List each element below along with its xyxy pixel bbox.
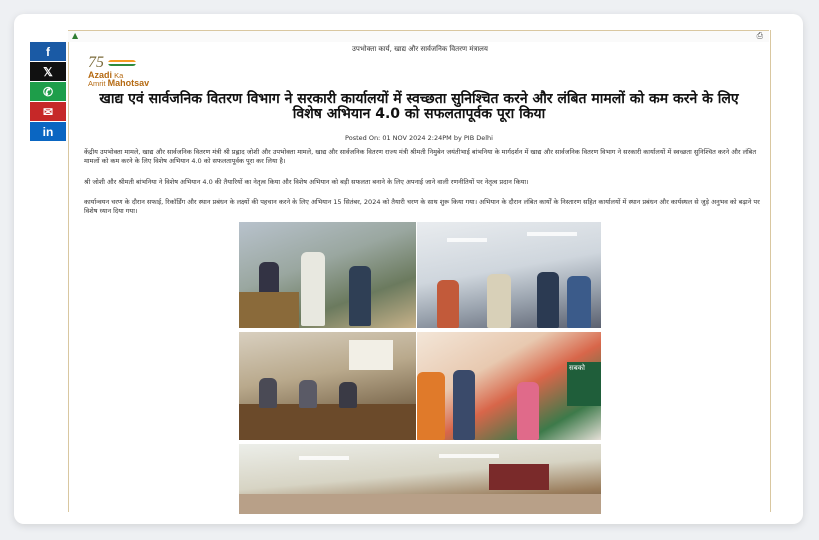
facebook-icon: f xyxy=(46,44,50,59)
event-photo-inspection xyxy=(239,222,416,328)
whatsapp-icon: ✆ xyxy=(42,84,54,99)
logo-line-2: Amrit Mahotsav xyxy=(88,78,150,88)
facebook-share-button[interactable]: f xyxy=(30,42,66,61)
linkedin-icon: in xyxy=(42,124,54,139)
event-photo-office-visit xyxy=(417,222,601,328)
azadi-ka-amrit-mahotsav-logo: 75 Azadi Ka Amrit Mahotsav xyxy=(84,54,164,88)
page-title: खाद्य एवं सार्वजनिक वितरण विभाग ने सरकार… xyxy=(99,91,739,122)
article-paragraph: श्री जोशी और श्रीमती बांभनिया ने विशेष अ… xyxy=(84,178,529,186)
article-paragraph: कार्यान्वयन चरण के दौरान सफाई, रिकॉर्डिं… xyxy=(84,198,760,215)
mail-share-button[interactable]: ✉ xyxy=(30,102,66,121)
ministry-name: उपभोक्ता कार्य, खाद्य और सार्वजनिक वितरण… xyxy=(352,45,488,53)
print-icon[interactable]: ⎙ xyxy=(757,31,763,41)
x-share-button[interactable]: 𝕏 xyxy=(30,62,66,81)
banner-text: सबको xyxy=(567,362,601,406)
event-photo-meeting xyxy=(239,332,416,440)
linkedin-share-button[interactable]: in xyxy=(30,122,66,141)
home-icon[interactable]: ▲ xyxy=(72,31,78,40)
event-photo-conference xyxy=(239,444,601,514)
top-toolbar: ▲ ⎙ xyxy=(68,30,769,42)
mail-icon: ✉ xyxy=(42,104,54,119)
whatsapp-share-button[interactable]: ✆ xyxy=(30,82,66,101)
x-twitter-icon: 𝕏 xyxy=(43,64,53,79)
posted-timestamp: Posted On: 01 NOV 2024 2:24PM by PIB Del… xyxy=(345,134,493,142)
article-paragraph: केंद्रीय उपभोक्ता मामले, खाद्य और सार्वज… xyxy=(84,148,757,165)
tricolor-flag-icon xyxy=(108,60,136,66)
event-photo-campaign-banner: सबको xyxy=(417,332,601,440)
